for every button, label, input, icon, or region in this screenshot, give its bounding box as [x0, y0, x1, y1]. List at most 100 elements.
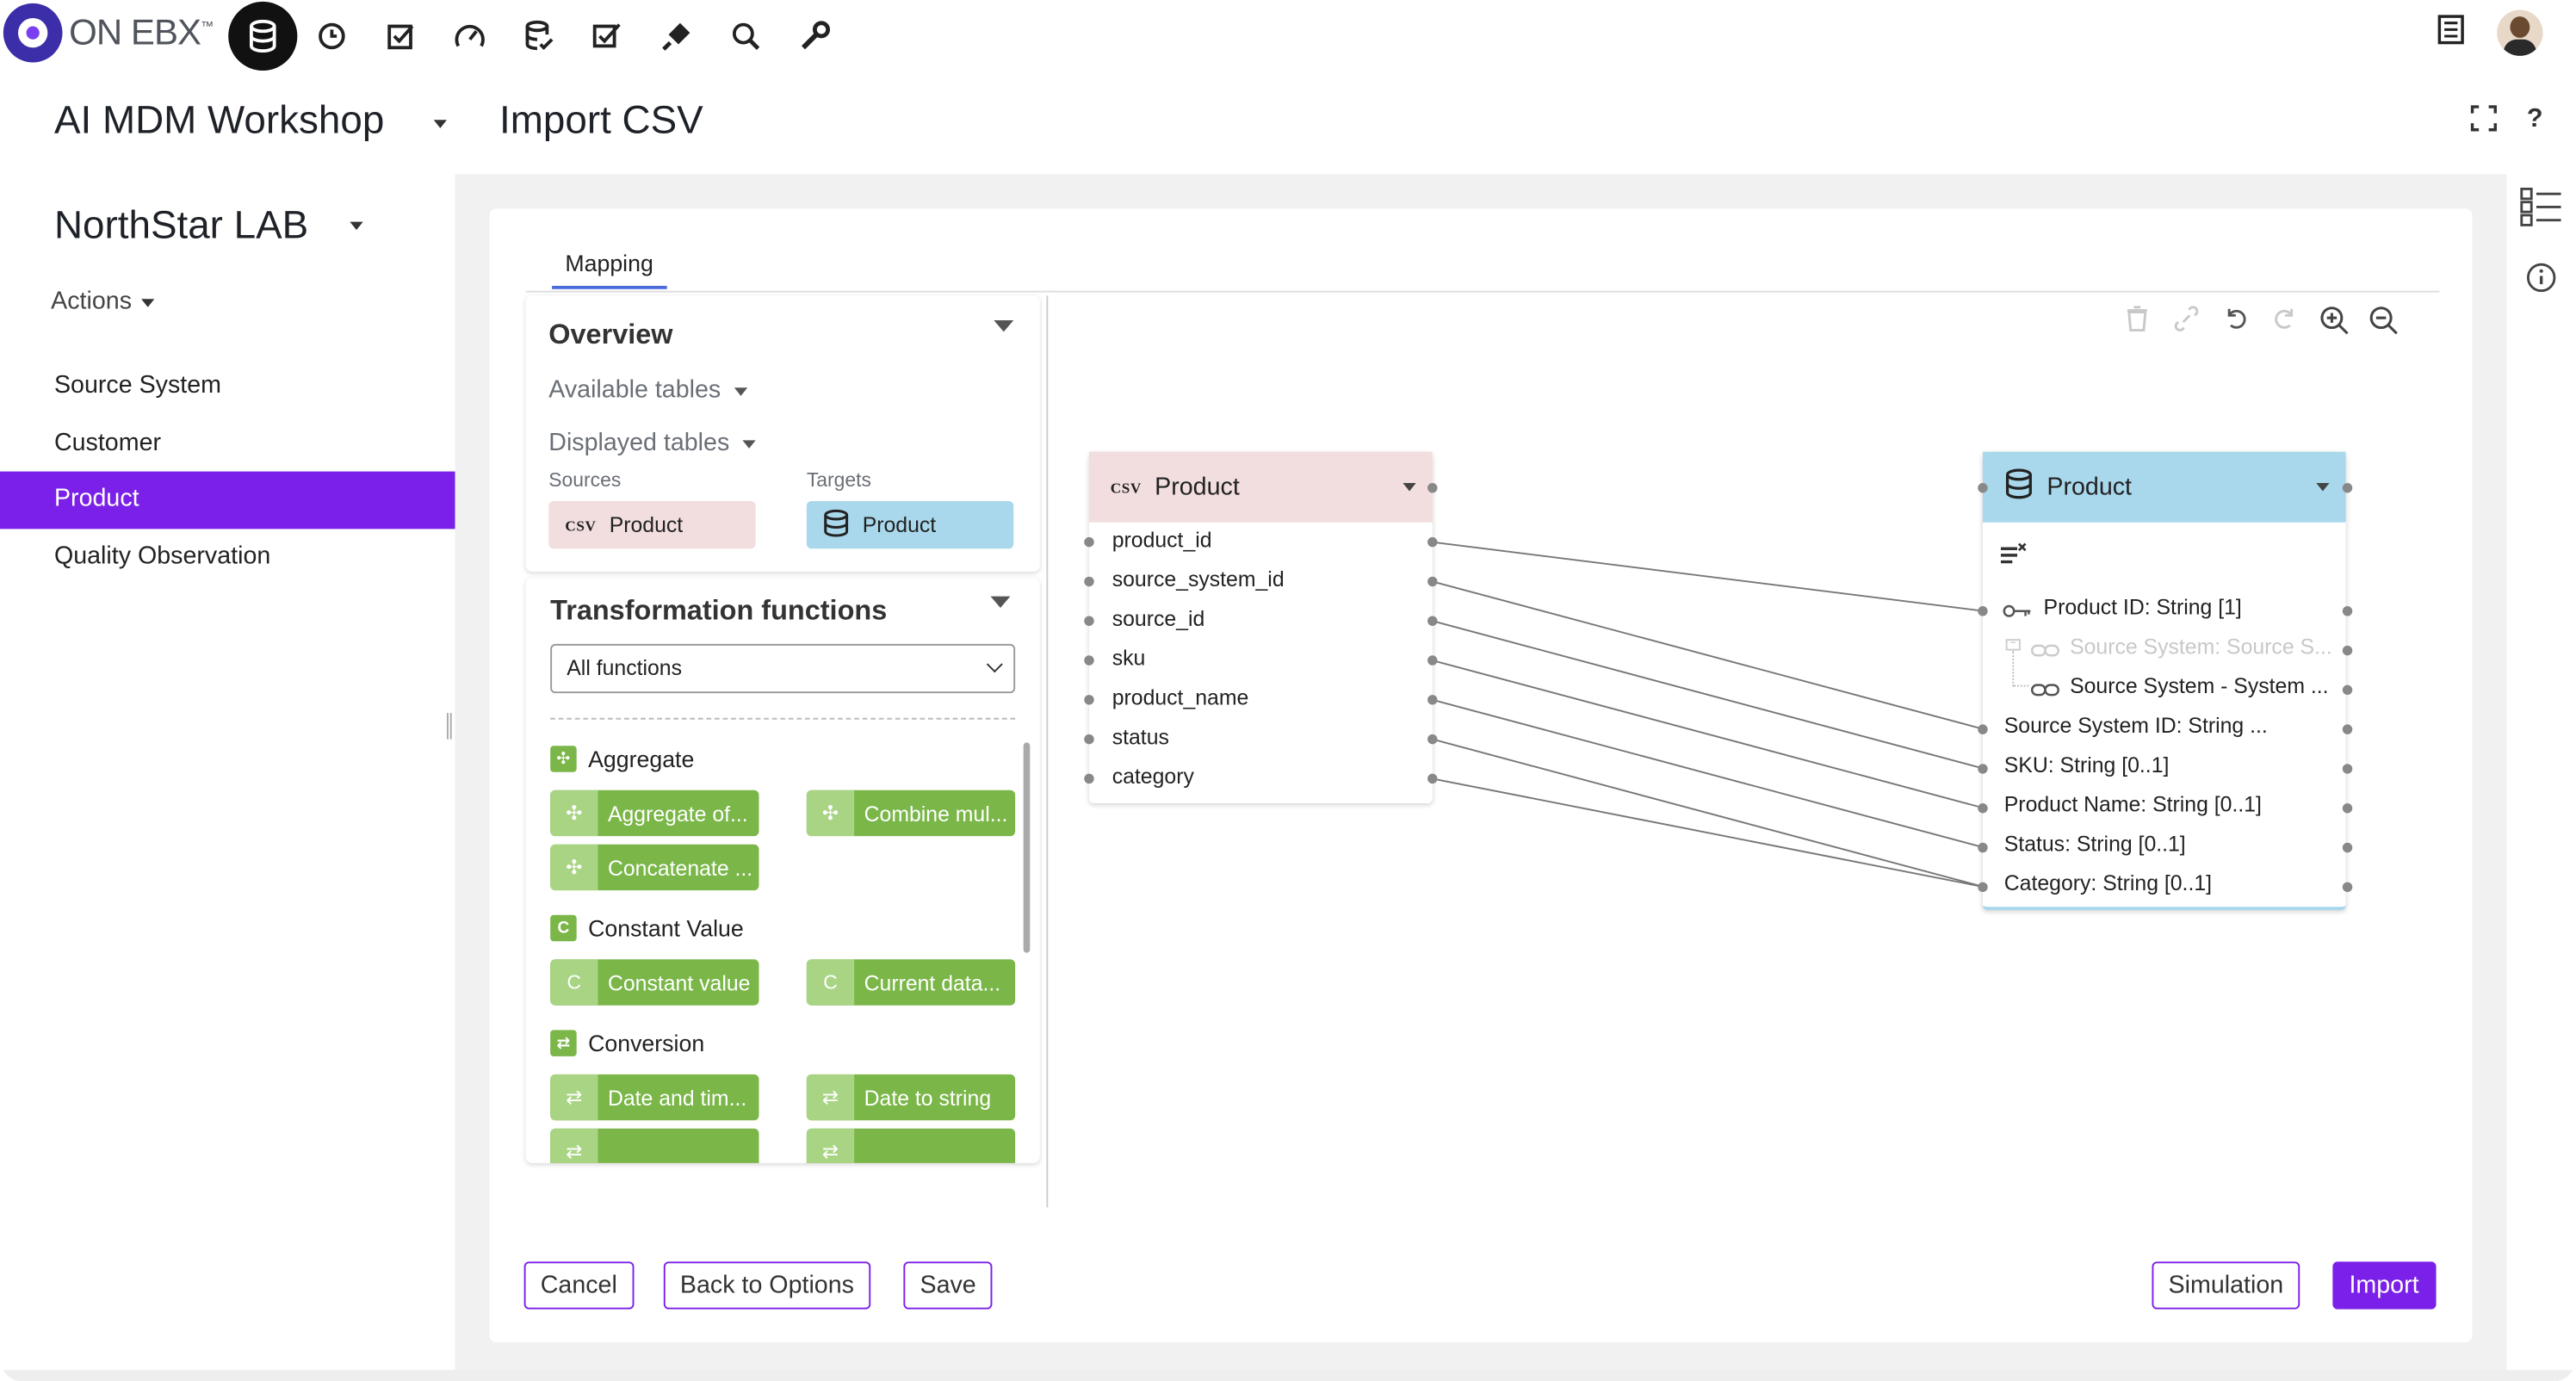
import-button[interactable]: Import [2332, 1261, 2436, 1310]
user-avatar[interactable] [2497, 9, 2543, 56]
source-field[interactable]: product_name [1112, 685, 1249, 710]
functions-scrollbar[interactable] [1023, 742, 1031, 953]
field-port[interactable] [1084, 655, 1094, 666]
node-port[interactable] [2342, 482, 2353, 493]
field-port[interactable] [2342, 645, 2353, 656]
source-table-chip[interactable]: CSV Product [548, 500, 756, 549]
node-port[interactable] [1978, 482, 1988, 493]
source-node-header[interactable]: CSV Product [1089, 451, 1433, 523]
field-port[interactable] [1978, 724, 1988, 734]
tab-mapping[interactable]: Mapping [552, 250, 667, 289]
source-field[interactable]: source_id [1112, 606, 1205, 631]
function-filter-select[interactable]: All functions [550, 643, 1016, 694]
field-port[interactable] [1084, 695, 1094, 705]
field-port[interactable] [1427, 734, 1438, 745]
target-field[interactable]: Source System ID: String ... [2004, 713, 2268, 738]
field-port[interactable] [2342, 684, 2353, 696]
field-port[interactable] [1427, 576, 1438, 587]
info-icon[interactable] [2526, 263, 2556, 300]
search-icon[interactable] [711, 2, 780, 71]
function-constant-value[interactable]: C Constant value [550, 959, 759, 1006]
back-to-options-button[interactable]: Back to Options [663, 1261, 871, 1310]
source-field[interactable]: category [1112, 764, 1194, 789]
clear-filter-icon[interactable] [1999, 541, 2028, 579]
function-combine-mul[interactable]: ✣ Combine mul... [806, 790, 1016, 837]
function-current-data[interactable]: C Current data... [806, 959, 1016, 1006]
field-port[interactable] [2342, 764, 2353, 774]
transformations-collapse-icon[interactable] [990, 596, 1011, 608]
tasks-check-icon[interactable] [573, 2, 642, 71]
target-field[interactable]: Product ID: String [1] [2044, 595, 2242, 620]
target-field[interactable]: SKU: String [0..1] [2004, 752, 2170, 777]
field-port[interactable] [1427, 655, 1438, 666]
sidebar-item-source-system[interactable]: Source System [0, 358, 455, 415]
field-port[interactable] [1084, 616, 1094, 626]
field-port[interactable] [2342, 882, 2353, 893]
field-port[interactable] [1427, 773, 1438, 784]
field-port[interactable] [1427, 616, 1438, 626]
available-tables-dropdown[interactable]: Available tables [548, 376, 747, 404]
collapse-toggle-icon[interactable]: − [2005, 639, 2021, 651]
cancel-button[interactable]: Cancel [523, 1261, 634, 1310]
target-field[interactable]: Category: String [0..1] [2004, 870, 2212, 895]
field-port[interactable] [1084, 734, 1094, 745]
plug-icon[interactable] [642, 2, 711, 71]
field-port[interactable] [2342, 724, 2353, 734]
sidebar-resize-handle[interactable] [446, 713, 452, 740]
task-list-icon[interactable] [2435, 12, 2468, 53]
source-field[interactable]: status [1112, 724, 1169, 749]
sidebar-item-customer[interactable]: Customer [0, 415, 455, 472]
field-port[interactable] [1084, 773, 1094, 784]
sidebar-item-quality-observation[interactable]: Quality Observation [0, 528, 455, 585]
target-field[interactable]: Status: String [0..1] [2004, 831, 2186, 856]
target-node-product[interactable]: Product Product ID: String [1] − Source … [1978, 451, 2353, 911]
target-field[interactable]: Source System: Source S... [2070, 634, 2332, 659]
function-concatenate[interactable]: ✣ Concatenate ... [550, 844, 759, 891]
field-port[interactable] [1084, 536, 1094, 548]
source-field[interactable]: product_id [1112, 527, 1212, 552]
function-partial-row[interactable]: ⇄ [550, 1128, 759, 1163]
app-switch-caret-icon[interactable] [433, 120, 447, 128]
node-menu-caret-icon[interactable] [2316, 482, 2330, 492]
simulation-button[interactable]: Simulation [2152, 1261, 2300, 1310]
source-field[interactable]: source_system_id [1112, 567, 1285, 591]
gauge-icon[interactable] [436, 2, 505, 71]
actions-menu[interactable]: Actions [51, 288, 156, 315]
function-date-to-string[interactable]: ⇄ Date to string [806, 1074, 1016, 1121]
function-date-and-time[interactable]: ⇄ Date and tim... [550, 1074, 759, 1121]
data-check-icon[interactable] [505, 2, 573, 71]
source-field[interactable]: sku [1112, 646, 1146, 671]
field-port[interactable] [1427, 536, 1438, 548]
field-port[interactable] [1084, 576, 1094, 587]
displayed-tables-dropdown[interactable]: Displayed tables [548, 429, 756, 456]
zoom-in-icon[interactable] [2319, 306, 2349, 344]
dataspace-caret-icon[interactable] [350, 221, 363, 231]
field-port[interactable] [1978, 842, 1988, 853]
field-port[interactable] [1978, 764, 1988, 774]
help-icon[interactable]: ? [2527, 105, 2543, 139]
field-port[interactable] [1978, 803, 1988, 814]
target-field[interactable]: Source System - System ... [2070, 673, 2329, 698]
overview-collapse-icon[interactable] [994, 320, 1014, 332]
save-button[interactable]: Save [903, 1261, 993, 1310]
target-table-chip[interactable]: Product [806, 500, 1014, 549]
panel-divider[interactable] [1046, 295, 1049, 1208]
zoom-out-icon[interactable] [2369, 306, 2398, 344]
function-partial-row[interactable]: ⇄ [806, 1128, 1016, 1163]
sidebar-item-product[interactable]: Product [0, 471, 455, 529]
database-icon[interactable] [228, 1, 298, 71]
field-port[interactable] [1978, 882, 1988, 893]
source-node-product[interactable]: CSV Product product_id source_system_id … [1084, 451, 1438, 804]
node-port[interactable] [1427, 482, 1438, 493]
target-node-header[interactable]: Product [1982, 451, 2346, 523]
delete-icon[interactable] [2122, 306, 2150, 344]
field-port[interactable] [1978, 606, 1988, 616]
field-port[interactable] [2342, 842, 2353, 853]
clock-icon[interactable] [297, 2, 366, 71]
field-port[interactable] [1427, 695, 1438, 705]
redo-icon[interactable] [2270, 306, 2298, 344]
checkbox-icon[interactable] [366, 2, 435, 71]
fullscreen-icon[interactable] [2471, 105, 2498, 139]
unlink-icon[interactable] [2171, 306, 2199, 344]
undo-icon[interactable] [2221, 306, 2249, 344]
